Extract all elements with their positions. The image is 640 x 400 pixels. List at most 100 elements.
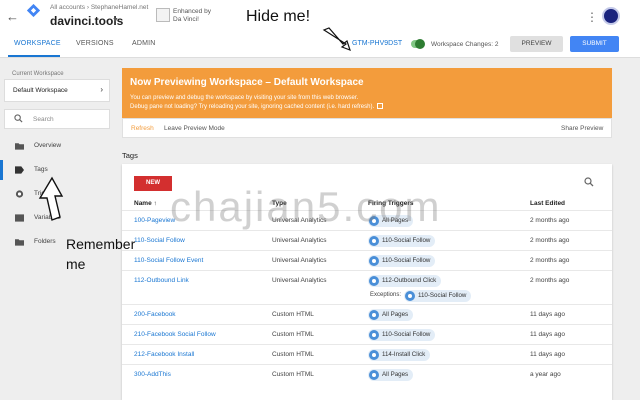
banner-line-1: You can preview and debug the workspace … [130, 95, 359, 101]
tab-admin[interactable]: ADMIN [132, 40, 156, 47]
sidebar-item-label: Tags [34, 166, 48, 173]
enhanced-line-2: Da Vinci! [173, 16, 199, 23]
tag-type: Custom HTML [272, 331, 314, 338]
more-menu-icon[interactable]: ⋮ [586, 10, 598, 24]
watermark: chajian5.com [170, 183, 442, 230]
search-icon[interactable] [584, 177, 594, 187]
sidebar-item-label: Overview [34, 142, 62, 149]
banner-description: You can preview and debug the workspace … [130, 94, 600, 111]
trigger-chip[interactable]: All Pages [368, 369, 414, 381]
trigger-icon [15, 190, 24, 198]
workspace-selector[interactable]: Default Workspace › [4, 79, 110, 102]
tag-type: Custom HTML [272, 351, 314, 358]
sidebar-item-label: Triggers [34, 190, 58, 197]
table-row[interactable]: 212-Facebook Install Custom HTML 11 days a… [122, 344, 612, 364]
workspace-name: Default Workspace [13, 87, 68, 94]
container-id-link[interactable]: GTM-PHV9DST [352, 40, 402, 47]
search-icon [14, 114, 23, 123]
tab-versions[interactable]: VERSIONS [76, 40, 114, 47]
trigger-label: 114-Install Click [382, 351, 426, 358]
sort-arrow-icon: ↑ [153, 200, 157, 207]
column-header-name[interactable]: Name ↑ [134, 200, 157, 207]
trigger-icon [369, 276, 379, 286]
tag-name-link[interactable]: 110-Social Follow [134, 237, 185, 244]
table-row[interactable]: 200-Facebook Custom HTML 11 days ago All Pa… [122, 304, 612, 324]
davinci-portrait-icon [156, 8, 170, 22]
trigger-label: 110-Social Follow [382, 257, 431, 264]
table-row[interactable]: 210-Facebook Social Follow Custom HTML 11 … [122, 324, 612, 344]
exception-label: 110-Social Follow [418, 292, 467, 299]
folder-icon [15, 143, 24, 150]
tag-name-link[interactable]: 110-Social Follow Event [134, 257, 203, 264]
trigger-icon [369, 310, 379, 320]
preview-toggle[interactable] [411, 39, 425, 49]
trigger-chip[interactable]: All Pages [368, 309, 414, 321]
column-header-last-edited[interactable]: Last Edited [530, 200, 565, 207]
sidebar-item-variables[interactable]: Variables [0, 208, 118, 228]
new-tag-button[interactable]: NEW [134, 176, 172, 191]
leave-preview-link[interactable]: Leave Preview Mode [164, 125, 225, 132]
top-bar: ← All accounts › StephaneHamel.net davin… [0, 0, 640, 34]
trigger-chip[interactable]: 114-Install Click [368, 349, 431, 361]
table-row[interactable]: 112-Outbound Link Universal Analytics 2 mo… [122, 270, 612, 304]
last-edited: a year ago [530, 371, 561, 378]
tag-type: Universal Analytics [272, 237, 327, 244]
trigger-chip[interactable]: 112-Outbound Click [368, 275, 442, 287]
refresh-link[interactable]: Refresh [131, 125, 154, 132]
trigger-icon [369, 350, 379, 360]
submit-button[interactable]: SUBMIT [570, 36, 619, 52]
remember-line-1: Remember [66, 236, 136, 252]
trigger-icon [369, 330, 379, 340]
sidebar-item-overview[interactable]: Overview [0, 136, 118, 156]
tag-name-link[interactable]: 300-AddThis [134, 371, 171, 378]
enhanced-by-label: Enhanced by Da Vinci! [173, 8, 211, 24]
tag-name-link[interactable]: 212-Facebook Install [134, 351, 194, 358]
last-edited: 11 days ago [530, 351, 565, 358]
trigger-label: 110-Social Follow [382, 237, 431, 244]
column-header-label: Name [134, 200, 152, 207]
external-link-icon[interactable] [377, 102, 384, 109]
section-title: Tags [122, 151, 138, 160]
banner-actions: Refresh Leave Preview Mode Share Preview [122, 118, 612, 138]
preview-button[interactable]: PREVIEW [510, 36, 563, 52]
gtm-logo-icon [27, 4, 40, 17]
trigger-icon [405, 291, 415, 301]
share-preview-link[interactable]: Share Preview [561, 125, 603, 132]
enhanced-line-1: Enhanced by [173, 8, 211, 15]
banner-line-2: Debug pane not loading? Try reloading yo… [130, 103, 375, 110]
sidebar-item-triggers[interactable]: Triggers [0, 184, 118, 204]
trigger-label: All Pages [382, 371, 409, 378]
tab-workspace[interactable]: WORKSPACE [14, 40, 61, 47]
back-arrow-icon[interactable]: ← [6, 9, 19, 24]
tag-name-link[interactable]: 112-Outbound Link [134, 277, 189, 284]
trigger-chip[interactable]: 110-Social Follow [368, 255, 436, 267]
exception-chip[interactable]: 110-Social Follow [404, 290, 472, 302]
search-input[interactable]: Search [4, 109, 110, 129]
table-row[interactable]: 110-Social Follow Event Universal Analyti… [122, 250, 612, 270]
sidebar-item-tags[interactable]: Tags [0, 160, 118, 180]
trigger-chip[interactable]: 110-Social Follow [368, 329, 436, 341]
annotation-hide-me: Hide me! [246, 8, 311, 25]
table-row[interactable]: 300-AddThis Custom HTML a year ago All Page… [122, 364, 612, 384]
last-edited: 11 days ago [530, 311, 565, 318]
folder-icon [15, 239, 24, 246]
account-breadcrumb[interactable]: All accounts › StephaneHamel.net [50, 4, 148, 11]
tag-name-link[interactable]: 210-Facebook Social Follow [134, 331, 216, 338]
last-edited: 2 months ago [530, 237, 570, 244]
annotation-remember-me: Remember me [66, 234, 135, 274]
trigger-icon [369, 370, 379, 380]
tag-name-link[interactable]: 200-Facebook [134, 311, 176, 318]
sidebar-item-label: Variables [34, 214, 61, 221]
current-workspace-label: Current Workspace [12, 71, 64, 77]
last-edited: 2 months ago [530, 217, 570, 224]
workspace-changes: Workspace Changes: 2 [431, 41, 499, 48]
chevron-right-icon: › [100, 85, 103, 94]
tag-type: Custom HTML [272, 311, 314, 318]
trigger-chip[interactable]: 110-Social Follow [368, 235, 436, 247]
trigger-label: 112-Outbound Click [382, 277, 437, 284]
avatar[interactable] [602, 7, 620, 25]
last-edited: 2 months ago [530, 257, 570, 264]
container-dropdown-icon[interactable]: ▼ [112, 17, 119, 24]
table-row[interactable]: 110-Social Follow Universal Analytics 2 mo… [122, 230, 612, 250]
tag-icon [15, 166, 24, 174]
